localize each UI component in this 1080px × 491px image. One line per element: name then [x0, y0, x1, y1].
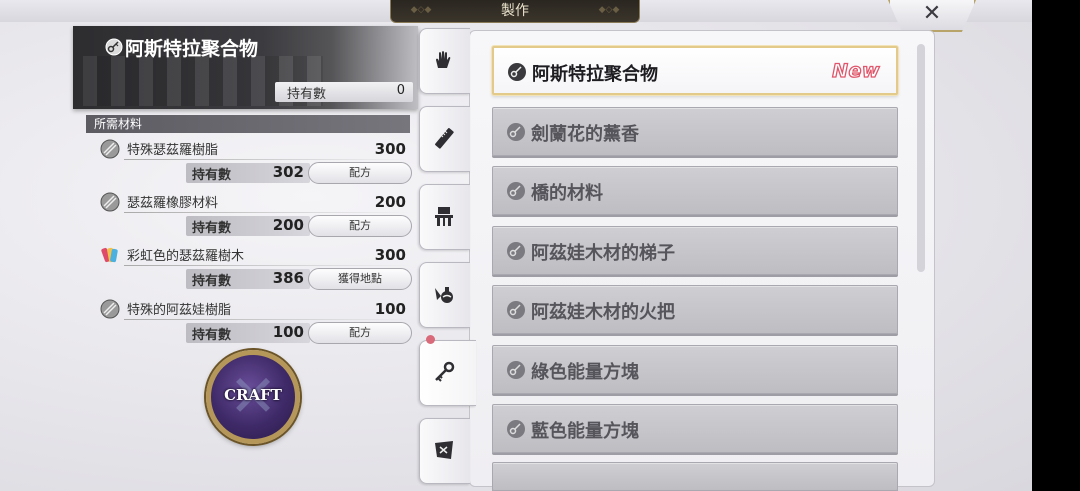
recipe-item-partial[interactable]	[492, 462, 898, 491]
owned-label: 持有數	[192, 221, 232, 236]
material-name: 瑟茲羅橡膠材料	[127, 196, 219, 211]
key-item-icon	[507, 242, 525, 260]
recipe-item[interactable]: 綠色能量方塊	[492, 345, 898, 394]
resin-icon	[100, 139, 120, 159]
resin-icon	[100, 299, 120, 319]
selected-item-header: 阿斯特拉聚合物 持有數 0	[73, 26, 418, 109]
craft-button[interactable]: ✕ CRAFT	[206, 350, 300, 444]
key-item-icon	[507, 361, 525, 379]
tab-hand[interactable]	[419, 28, 470, 94]
owned-label: 持有數	[287, 87, 327, 102]
key-item-icon	[507, 420, 525, 438]
header-ornament-left: ◆◇◆	[410, 5, 432, 15]
divider	[124, 212, 410, 213]
material-row: 彩虹色的瑟茲羅樹木 300 持有數 386 獲得地點	[100, 243, 412, 295]
rainbow-wood-icon	[101, 247, 118, 263]
material-row: 特殊瑟茲羅樹脂 300 持有數 302 配方	[100, 137, 412, 189]
key-item-icon	[507, 123, 525, 141]
owned-value: 302	[272, 163, 304, 181]
tab-maps[interactable]	[419, 418, 470, 484]
recipe-name: 阿茲娃木材的火把	[531, 302, 675, 323]
material-required: 200	[374, 193, 406, 211]
divider	[124, 265, 410, 266]
item-owned-count: 持有數 0	[275, 82, 413, 102]
recipe-button[interactable]: 配方	[308, 162, 412, 184]
recipe-name: 橋的材料	[531, 183, 603, 204]
divider	[124, 159, 410, 160]
material-required: 300	[374, 140, 406, 158]
new-badge: New	[832, 59, 881, 82]
material-required: 300	[374, 246, 406, 264]
key-item-icon	[507, 301, 525, 319]
hand-icon	[436, 51, 451, 68]
close-button[interactable]: ✕	[888, 0, 976, 32]
recipe-name: 劍蘭花的薰香	[531, 124, 639, 145]
recipe-list-scrollbar[interactable]	[917, 44, 925, 272]
header-title-plate: ◆◇◆ 製作 ◆◇◆	[390, 0, 640, 23]
tab-ruler[interactable]	[419, 106, 470, 172]
craft-label: CRAFT	[224, 386, 282, 404]
recipe-item[interactable]: 橋的材料	[492, 166, 898, 215]
recipe-item[interactable]: 劍蘭花的薰香	[492, 107, 898, 156]
material-row: 瑟茲羅橡膠材料 200 持有數 200 配方	[100, 190, 412, 242]
material-name: 彩虹色的瑟茲羅樹木	[127, 249, 245, 264]
recipe-item[interactable]: 阿茲娃木材的火把	[492, 285, 898, 334]
recipe-name: 綠色能量方塊	[531, 362, 639, 383]
page-title: 製作	[501, 3, 529, 19]
key-icon	[435, 361, 455, 382]
ruler-icon	[435, 128, 454, 149]
recipe-name: 阿斯特拉聚合物	[532, 64, 658, 85]
material-owned: 持有數 302	[186, 163, 310, 183]
recipe-button[interactable]: 配方	[308, 215, 412, 237]
chair-icon	[435, 207, 453, 226]
material-required: 100	[374, 300, 406, 318]
required-materials-header: 所需材料	[86, 115, 410, 133]
recipe-button[interactable]: 配方	[308, 322, 412, 344]
obtain-location-button[interactable]: 獲得地點	[308, 268, 412, 290]
owned-value: 386	[272, 269, 304, 287]
material-row: 特殊的阿茲娃樹脂 100 持有數 100 配方	[100, 297, 412, 349]
owned-value: 100	[272, 323, 304, 341]
notification-badge	[426, 335, 435, 344]
recipe-item[interactable]: 阿斯特拉聚合物 New	[492, 46, 898, 95]
material-owned: 持有數 386	[186, 269, 310, 289]
recipe-item[interactable]: 藍色能量方塊	[492, 404, 898, 453]
owned-label: 持有數	[192, 274, 232, 289]
owned-label: 持有數	[192, 328, 232, 343]
close-icon: ✕	[922, 1, 942, 26]
divider	[124, 319, 410, 320]
resin-icon	[100, 192, 120, 212]
tab-key-items[interactable]	[419, 335, 476, 406]
material-owned: 持有數 100	[186, 323, 310, 343]
recipe-item[interactable]: 阿茲娃木材的梯子	[492, 226, 898, 275]
recipe-name: 藍色能量方塊	[531, 421, 639, 442]
header-ornament-right: ◆◇◆	[598, 5, 620, 15]
owned-value: 200	[272, 216, 304, 234]
map-icon	[435, 441, 453, 459]
material-name: 特殊的阿茲娃樹脂	[127, 303, 232, 318]
owned-value: 0	[396, 83, 405, 98]
material-owned: 持有數 200	[186, 216, 310, 236]
screen-edge	[1032, 0, 1080, 491]
crafting-screen: ◆◇◆ 製作 ◆◇◆ ✕ 阿斯特拉聚合物 持有數 0 所需材料 特殊瑟茲羅樹脂 …	[0, 0, 1032, 491]
recipe-name: 阿茲娃木材的梯子	[531, 243, 675, 264]
owned-label: 持有數	[192, 168, 232, 183]
material-name: 特殊瑟茲羅樹脂	[127, 143, 219, 158]
tab-potions[interactable]	[419, 262, 470, 328]
key-icon	[105, 38, 123, 56]
bottle-icon	[435, 287, 453, 303]
key-item-icon	[508, 63, 526, 81]
item-name: 阿斯特拉聚合物	[125, 38, 259, 60]
tab-furniture[interactable]	[419, 184, 470, 250]
key-item-icon	[507, 182, 525, 200]
